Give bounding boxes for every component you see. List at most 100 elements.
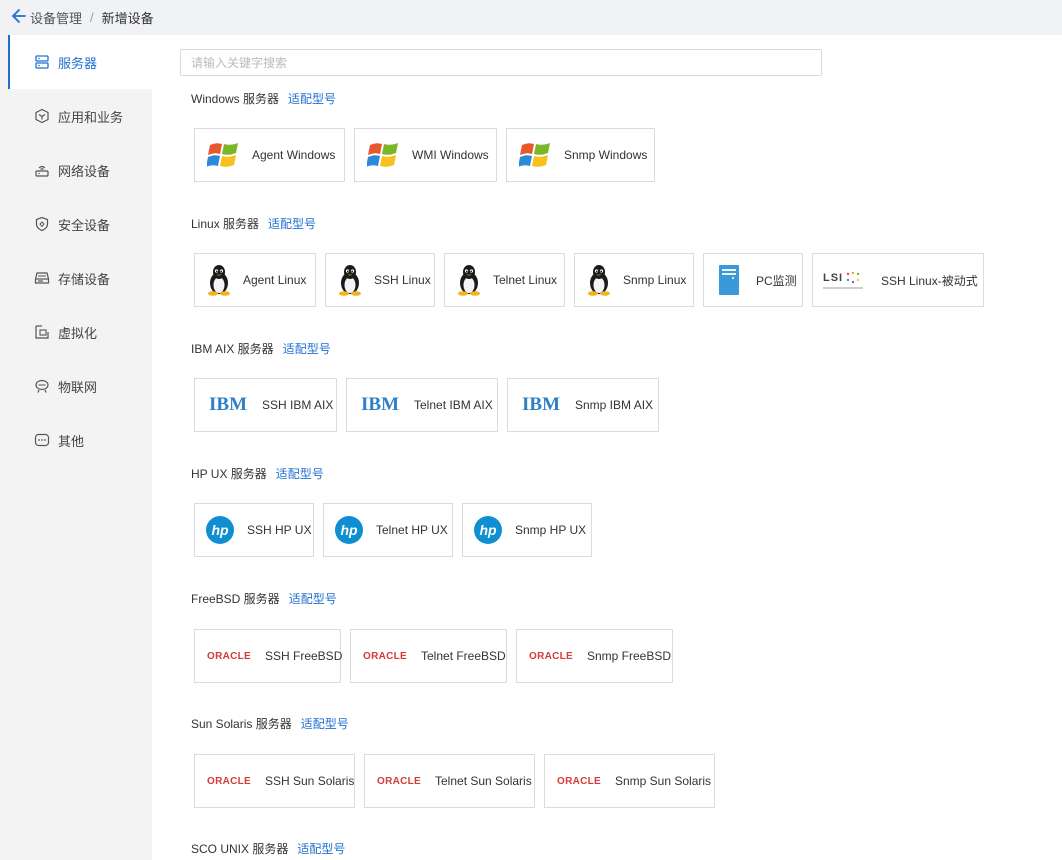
section-title-text: HP UX 服务器 [191,467,267,481]
device-card[interactable]: Telnet Linux [444,253,565,307]
compatible-models-link[interactable]: 适配型号 [297,840,345,857]
device-card[interactable]: Agent Windows [194,128,345,182]
device-card-label: SSH IBM AIX [262,398,334,412]
section-title-text: Windows 服务器 [191,92,280,106]
device-card[interactable]: ORACLE Snmp Sun Solaris [544,754,715,808]
device-card[interactable]: WMI Windows [354,128,497,182]
section-title-text: Linux 服务器 [191,217,260,231]
sidebar-item-iot[interactable]: 物联网 [8,359,152,413]
device-card[interactable]: LSI SSH Linux-被动式 [812,253,984,307]
device-card[interactable]: SSH Linux [325,253,435,307]
oracle-logo-icon: ORACLE [556,775,602,787]
section-title-linux: Linux 服务器 适配型号 [191,215,316,232]
svg-text:hp: hp [211,522,229,538]
sidebar-item-other[interactable]: 其他 [8,413,152,467]
device-card-label: SSH HP UX [247,523,312,537]
device-card[interactable]: ORACLE Telnet Sun Solaris [364,754,535,808]
device-card-label: PC监测 [756,273,797,288]
sidebar-item-security[interactable]: 安全设备 [8,197,152,251]
breadcrumb: 设备管理 / 新增设备 [0,0,1062,35]
sidebar-item-label: 网络设备 [58,163,111,179]
iot-icon [35,379,49,393]
storage-icon [34,272,50,284]
more-icon [34,433,50,447]
sidebar-item-virtualization[interactable]: 虚拟化 [8,305,152,359]
section-title-text: FreeBSD 服务器 [191,592,280,606]
sidebar-item-label: 应用和业务 [58,109,124,125]
hp-logo-icon: hp [473,515,503,545]
device-card[interactable]: ORACLE Snmp FreeBSD [516,629,673,683]
sidebar: 服务器 应用和业务 网络设备 安全设备 存储设备 虚拟化 物联网 其他 [0,35,152,860]
compatible-models-link[interactable]: 适配型号 [268,215,316,232]
tux-logo-icon [455,264,483,296]
device-card-label: Telnet FreeBSD [421,649,506,663]
back-arrow-icon[interactable] [12,8,26,27]
oracle-logo-icon: ORACLE [362,650,408,662]
section-title-text: Sun Solaris 服务器 [191,717,292,731]
device-card[interactable]: ORACLE SSH Sun Solaris [194,754,355,808]
device-card-label: Agent Linux [243,273,307,287]
device-card-label: SSH FreeBSD [265,649,343,663]
section-title-ibm-aix: IBM AIX 服务器 适配型号 [191,340,331,357]
section-title-text: IBM AIX 服务器 [191,342,274,356]
device-card[interactable]: Agent Linux [194,253,316,307]
device-card-label: SSH Sun Solaris [265,774,355,788]
ibm-logo-icon: IBM [361,394,399,415]
router-icon [35,165,49,177]
device-card[interactable]: ORACLE Telnet FreeBSD [350,629,507,683]
sidebar-item-server[interactable]: 服务器 [8,35,152,89]
sidebar-item-apps[interactable]: 应用和业务 [8,89,152,143]
device-card[interactable]: ORACLE SSH FreeBSD [194,629,343,683]
device-card[interactable]: PC监测 [703,253,803,307]
device-card-label: Telnet Linux [493,273,558,287]
compatible-models-link[interactable]: 适配型号 [289,590,337,607]
section-title-sco-unix: SCO UNIX 服务器 适配型号 [191,840,345,857]
hp-logo-icon: hp [205,515,235,545]
breadcrumb-parent[interactable]: 设备管理 [30,8,82,27]
lsi-logo-icon: LSI [823,271,869,289]
device-card-label: Snmp Linux [623,273,687,287]
svg-text:hp: hp [479,522,497,538]
compatible-models-link[interactable]: 适配型号 [301,715,349,732]
section-title-text: SCO UNIX 服务器 [191,842,289,856]
lsi-logo-text: LSI [823,272,844,284]
device-card-label: Snmp FreeBSD [587,649,672,663]
device-card[interactable]: IBM SSH IBM AIX [194,378,337,432]
section-title-sun-solaris: Sun Solaris 服务器 适配型号 [191,715,349,732]
sidebar-item-label: 存储设备 [58,271,111,287]
device-card[interactable]: IBM Snmp IBM AIX [507,378,659,432]
sidebar-item-label: 物联网 [58,379,98,395]
device-card[interactable]: Snmp Windows [506,128,655,182]
device-card[interactable]: hp SSH HP UX [194,503,314,557]
pc-tower-icon [714,264,744,296]
windows-logo-icon [365,139,402,171]
compatible-models-link[interactable]: 适配型号 [288,90,336,107]
shield-icon [35,216,49,232]
sidebar-item-network[interactable]: 网络设备 [8,143,152,197]
cube-icon [35,108,49,124]
device-card[interactable]: hp Snmp HP UX [462,503,592,557]
oracle-logo-icon: ORACLE [206,650,252,662]
device-card-label: Snmp Sun Solaris [615,774,712,788]
windows-logo-icon [517,139,554,171]
compatible-models-link[interactable]: 适配型号 [276,465,324,482]
tux-logo-icon [205,264,233,296]
device-card[interactable]: hp Telnet HP UX [323,503,453,557]
ibm-logo-icon: IBM [522,394,560,415]
oracle-logo-icon: ORACLE [528,650,574,662]
svg-text:hp: hp [340,522,358,538]
device-card-label: Snmp IBM AIX [575,398,654,412]
device-card-label: Telnet IBM AIX [414,398,493,412]
search-input[interactable] [180,49,822,76]
virtualization-icon [35,325,49,339]
device-card-label: SSH Linux [374,273,431,287]
device-card[interactable]: IBM Telnet IBM AIX [346,378,498,432]
breadcrumb-separator: / [90,10,94,25]
oracle-logo-icon: ORACLE [376,775,422,787]
sidebar-item-label: 服务器 [58,55,98,71]
compatible-models-link[interactable]: 适配型号 [283,340,331,357]
device-card-label: Snmp Windows [564,148,648,162]
sidebar-item-storage[interactable]: 存储设备 [8,251,152,305]
device-card-label: SSH Linux-被动式 [881,273,978,288]
device-card[interactable]: Snmp Linux [574,253,694,307]
